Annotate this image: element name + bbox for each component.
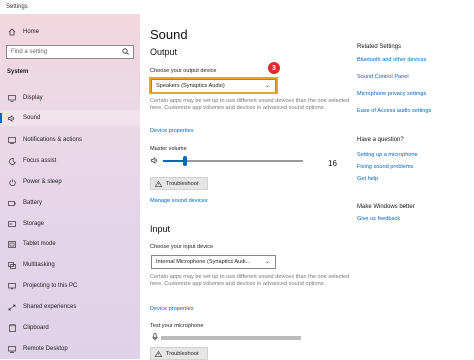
home-icon (7, 28, 17, 36)
search-placeholder: Find a setting (11, 49, 48, 55)
output-device-label: Choose your output device (150, 68, 217, 74)
sidebar-section-title: System (7, 69, 29, 75)
microphone-level-bar (161, 336, 301, 340)
master-volume-slider[interactable] (163, 156, 303, 166)
test-microphone-label: Test your microphone (150, 323, 204, 329)
input-troubleshoot-button[interactable]: Troubleshoot (150, 347, 208, 360)
manage-sound-devices-link[interactable]: Manage sound devices (150, 198, 208, 204)
make-windows-better-heading: Make Windows better (357, 204, 415, 210)
sidebar-item-label: Storage (23, 221, 45, 227)
multitasking-icon (7, 261, 17, 269)
page-title: Sound (150, 27, 188, 42)
sidebar-item-remote-desktop[interactable]: Remote Desktop (0, 341, 140, 357)
display-icon (7, 94, 17, 102)
sidebar-item-power-sleep[interactable]: Power & sleep (0, 174, 140, 190)
sidebar-item-clipboard[interactable]: Clipboard (0, 320, 140, 336)
sidebar-item-shared-experiences[interactable]: Shared experiences (0, 299, 140, 315)
step-badge: 3 (268, 62, 280, 74)
speaker-icon (7, 114, 17, 122)
highlight-frame (149, 77, 278, 94)
sidebar-item-tablet-mode[interactable]: Tablet mode (0, 236, 140, 252)
sidebar-item-projecting[interactable]: Projecting to this PC (0, 278, 140, 294)
sidebar-item-label: Sound (23, 115, 41, 121)
sidebar-item-label: Battery (23, 200, 43, 206)
window-title: Settings (6, 4, 28, 10)
input-device-properties-link[interactable]: Device properties (150, 306, 194, 312)
related-settings-heading: Related Settings (357, 44, 402, 50)
sidebar-item-label: Projecting to this PC (23, 283, 78, 289)
setting-up-microphone-link[interactable]: Setting up a microphone (357, 152, 418, 158)
sidebar-item-battery[interactable]: Battery (0, 195, 140, 211)
give-feedback-link[interactable]: Give us feedback (357, 216, 400, 222)
volume-thumb[interactable] (183, 156, 187, 166)
volume-value: 16 (328, 159, 337, 168)
warning-icon (155, 180, 162, 187)
input-device-label: Choose your input device (150, 244, 214, 250)
sidebar-home-label: Home (23, 29, 40, 35)
battery-icon (7, 200, 17, 206)
power-icon (7, 178, 17, 186)
sidebar-item-label: Multitasking (23, 262, 55, 268)
microphone-privacy-link[interactable]: Microphone privacy settings (357, 91, 426, 97)
remote-desktop-icon (7, 345, 17, 353)
sidebar-item-focus-assist[interactable]: Focus assist (0, 153, 140, 169)
microphone-icon (152, 333, 158, 341)
output-device-properties-link[interactable]: Device properties (150, 128, 194, 134)
input-device-value: Internal Microphone (Synaptics Audi... (156, 259, 251, 265)
search-icon (122, 48, 129, 55)
output-heading: Output (150, 47, 178, 57)
sound-control-panel-link[interactable]: Sound Control Panel (357, 74, 409, 80)
search-input[interactable]: Find a setting (6, 45, 134, 59)
input-hint: Certain apps may be set up to use differ… (150, 274, 350, 287)
sidebar-home[interactable]: Home (0, 24, 140, 40)
output-troubleshoot-button[interactable]: Troubleshoot (150, 177, 208, 190)
have-a-question-heading: Have a question? (357, 137, 404, 143)
volume-fill (163, 160, 185, 162)
storage-icon (7, 221, 17, 227)
shared-icon (7, 304, 17, 311)
tablet-icon (7, 240, 17, 248)
moon-icon (7, 157, 17, 165)
troubleshoot-label: Troubleshoot (166, 350, 199, 357)
sidebar-item-storage[interactable]: Storage (0, 216, 140, 232)
sidebar-item-label: Display (23, 95, 43, 101)
projecting-icon (7, 282, 17, 290)
sidebar-item-sound[interactable]: Sound (0, 110, 140, 126)
chevron-down-icon: ⌄ (264, 259, 270, 265)
get-help-link[interactable]: Get help (357, 176, 378, 182)
title-bar: Settings (0, 0, 474, 14)
bluetooth-link[interactable]: Bluetooth and other devices (357, 57, 426, 63)
sidebar-item-label: Focus assist (23, 158, 57, 164)
speaker-icon (151, 157, 159, 164)
warning-icon (155, 350, 162, 357)
input-heading: Input (150, 224, 171, 234)
input-device-dropdown[interactable]: Internal Microphone (Synaptics Audi... ⌄ (151, 255, 276, 269)
sidebar-item-notifications[interactable]: Notifications & actions (0, 132, 140, 148)
sidebar-item-label: Shared experiences (23, 304, 77, 310)
sidebar-item-label: Clipboard (23, 325, 49, 331)
troubleshoot-label: Troubleshoot (166, 180, 199, 187)
sidebar-item-label: Notifications & actions (23, 137, 83, 143)
fixing-sound-problems-link[interactable]: Fixing sound problems (357, 164, 413, 170)
master-volume-label: Master volume (150, 146, 187, 152)
notifications-icon (7, 136, 17, 144)
output-hint: Certain apps may be set up to use differ… (150, 98, 350, 111)
sidebar-item-display[interactable]: Display (0, 90, 140, 106)
sidebar-item-label: Tablet mode (23, 241, 56, 247)
sidebar-item-label: Power & sleep (23, 179, 62, 185)
clipboard-icon (7, 324, 17, 332)
sidebar-item-label: Remote Desktop (23, 346, 68, 352)
sidebar-item-multitasking[interactable]: Multitasking (0, 257, 140, 273)
ease-of-access-audio-link[interactable]: Ease of Access audio settings (357, 108, 431, 114)
